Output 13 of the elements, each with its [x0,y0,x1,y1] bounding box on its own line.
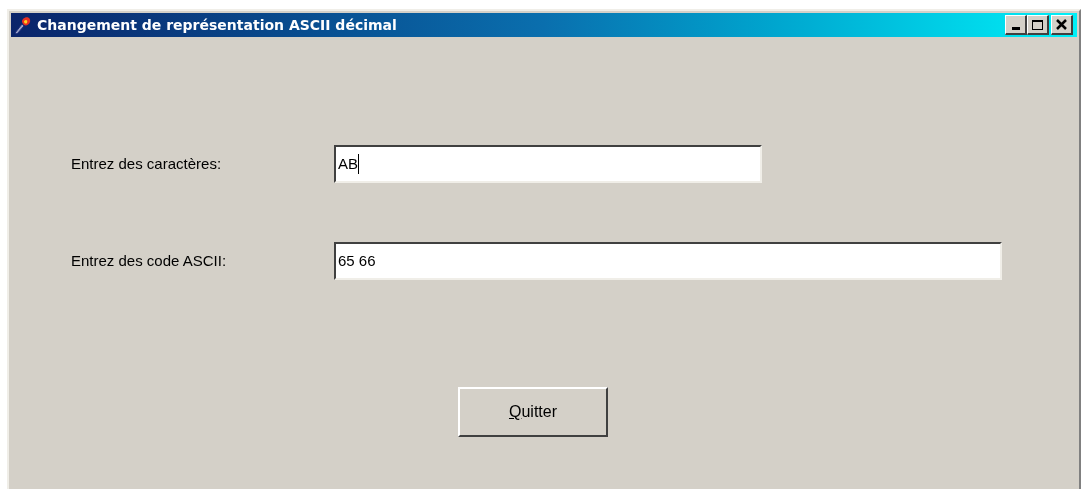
close-icon [1056,19,1067,30]
maximize-button[interactable] [1027,15,1049,35]
close-button[interactable] [1051,15,1073,35]
quit-button[interactable]: Quitter [458,387,608,437]
window-title: Changement de représentation ASCII décimal [37,15,397,35]
field-label: Entrez des caractères: [71,153,223,174]
maximize-icon [1032,19,1043,30]
minimize-icon [1011,27,1020,30]
minimize-button[interactable] [1005,15,1027,35]
input-field[interactable]: 65 66 [334,242,1002,280]
input-field[interactable]: AB [334,145,762,183]
field-label: Entrez des code ASCII: [71,250,228,271]
torch-icon [13,15,33,35]
